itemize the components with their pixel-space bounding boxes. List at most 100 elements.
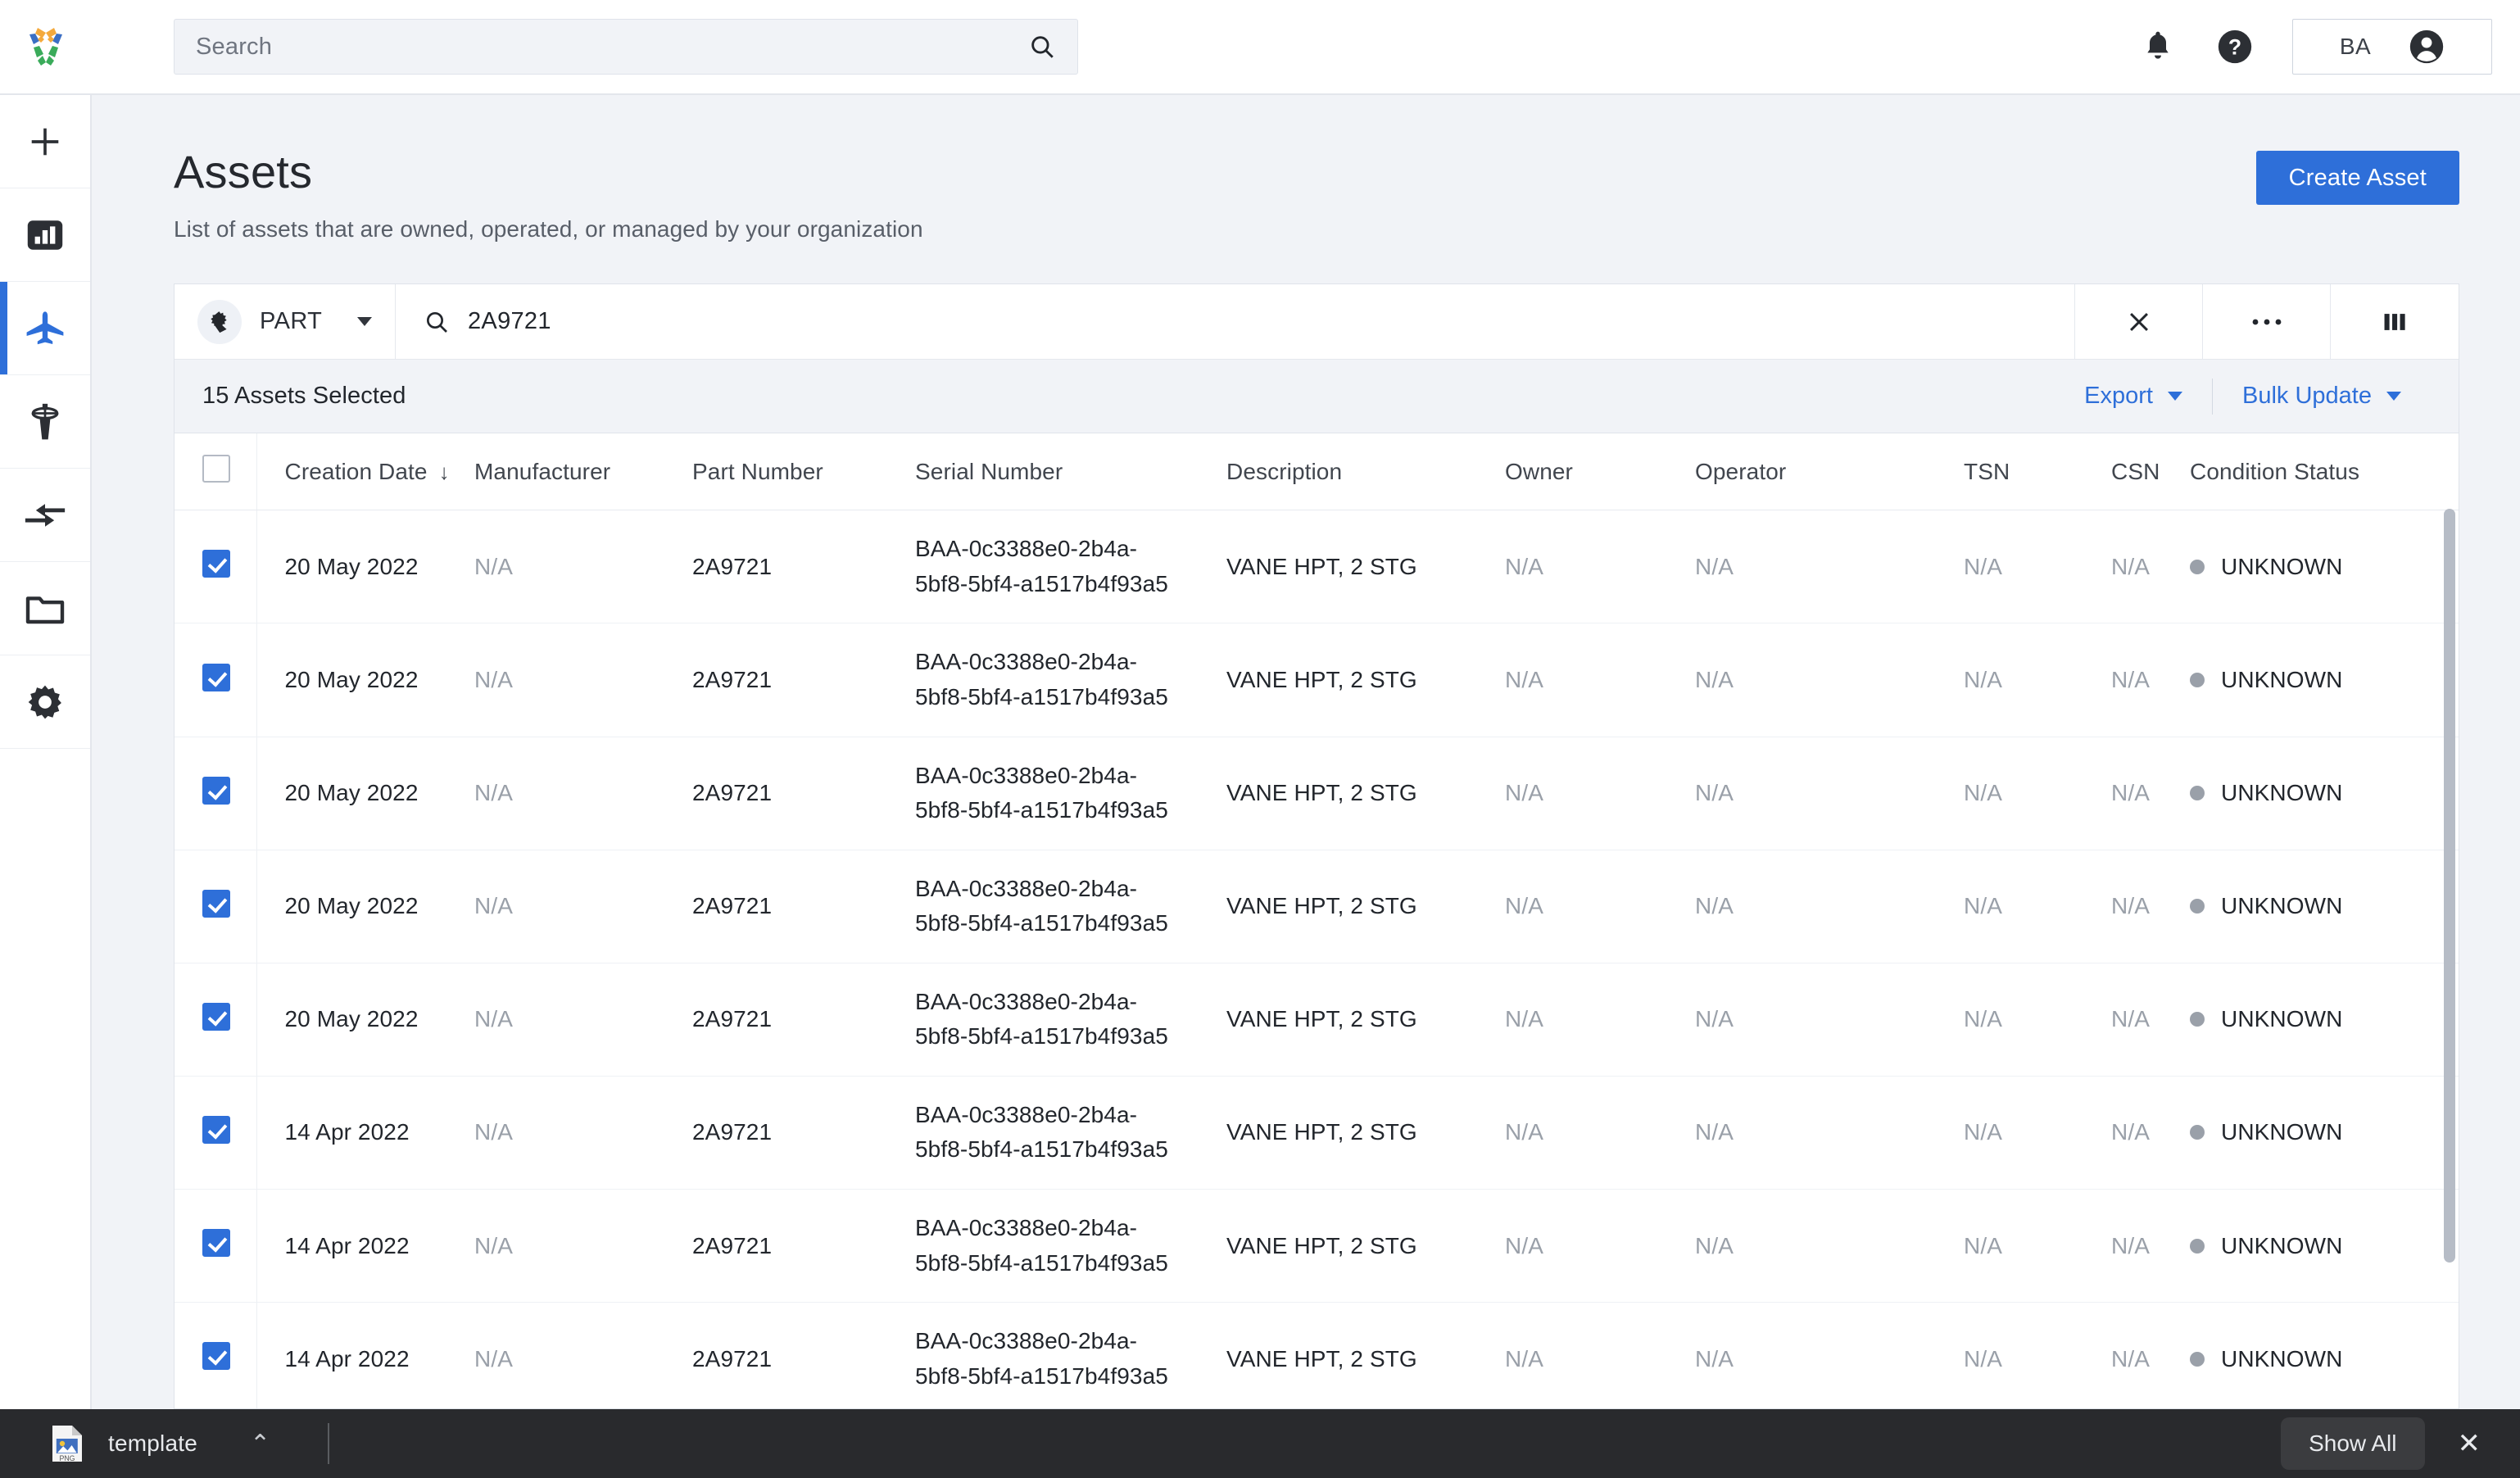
col-creation-date[interactable]: Creation Date ↓ — [256, 433, 474, 511]
status-badge: UNKNOWN — [2221, 1345, 2343, 1371]
cell-creation-date: 14 Apr 2022 — [256, 1189, 474, 1303]
cell-part-number: 2A9721 — [692, 850, 915, 963]
sidebar-item-stations[interactable] — [0, 375, 90, 469]
filter-toolbar: PART 2A9721 — [174, 284, 2459, 360]
assets-table-card: PART 2A9721 15 Assets Selected Export Bu… — [174, 283, 2459, 1409]
table-row[interactable]: 14 Apr 2022 N/A 2A9721 BAA-0c3388e0-2b4a- 5b… — [174, 1302, 2459, 1408]
bell-icon — [2147, 31, 2169, 59]
table-row[interactable]: 20 May 2022 N/A 2A9721 BAA-0c3388e0-2b4a- 5b… — [174, 963, 2459, 1077]
row-checkbox[interactable] — [202, 776, 230, 805]
asset-type-dropdown[interactable]: PART — [174, 284, 396, 360]
status-dot-icon — [2190, 1012, 2205, 1027]
row-checkbox[interactable] — [202, 889, 230, 918]
sidebar-item-transfers[interactable] — [0, 469, 90, 562]
svg-text:?: ? — [2228, 35, 2241, 60]
help-button[interactable]: ? — [2215, 27, 2255, 66]
control-tower-icon — [31, 403, 59, 439]
table-row[interactable]: 20 May 2022 N/A 2A9721 BAA-0c3388e0-2b4a- 5b… — [174, 510, 2459, 624]
cell-manufacturer: N/A — [474, 737, 692, 850]
table-row[interactable]: 20 May 2022 N/A 2A9721 BAA-0c3388e0-2b4a- 5b… — [174, 737, 2459, 850]
table-row[interactable]: 20 May 2022 N/A 2A9721 BAA-0c3388e0-2b4a- 5b… — [174, 623, 2459, 737]
table-search-input[interactable]: 2A9721 — [396, 284, 2075, 360]
page-header: Assets List of assets that are owned, op… — [174, 146, 2459, 243]
airplane-icon — [26, 311, 64, 344]
row-checkbox[interactable] — [202, 663, 230, 691]
row-checkbox[interactable] — [202, 1115, 230, 1144]
cell-part-number: 2A9721 — [692, 737, 915, 850]
show-all-downloads-button[interactable]: Show All — [2281, 1417, 2425, 1470]
sidebar-item-settings[interactable] — [0, 655, 90, 749]
row-checkbox[interactable] — [202, 1002, 230, 1031]
account-menu[interactable]: BA — [2292, 19, 2492, 75]
assets-table-scroll-area[interactable]: Creation Date ↓ Manufacturer Part Number … — [174, 433, 2459, 1408]
row-checkbox[interactable] — [202, 1342, 230, 1371]
cell-description: VANE HPT, 2 STG — [1226, 510, 1505, 624]
serial-line-1: BAA-0c3388e0-2b4a- — [915, 536, 1138, 562]
row-select-cell — [174, 737, 257, 850]
clear-search-button[interactable] — [2075, 284, 2203, 360]
row-checkbox[interactable] — [202, 550, 230, 578]
col-serial-number[interactable]: Serial Number — [915, 433, 1226, 511]
col-part-number[interactable]: Part Number — [692, 433, 915, 511]
status-dot-icon — [2190, 1125, 2205, 1140]
cell-creation-date: 20 May 2022 — [256, 510, 474, 624]
col-manufacturer[interactable]: Manufacturer — [474, 433, 692, 511]
sidebar-item-assets[interactable] — [0, 282, 90, 375]
serial-line-1: BAA-0c3388e0-2b4a- — [915, 875, 1138, 901]
bulk-update-dropdown-button[interactable]: Bulk Update — [2212, 378, 2431, 415]
chevron-up-icon[interactable]: ⌃ — [250, 1430, 270, 1458]
cell-part-number: 2A9721 — [692, 963, 915, 1077]
global-search-input[interactable]: Search — [174, 19, 1078, 75]
cell-csn: N/A — [2111, 510, 2190, 624]
notifications-button[interactable] — [2138, 27, 2178, 66]
cell-csn: N/A — [2111, 623, 2190, 737]
export-dropdown-button[interactable]: Export — [2055, 379, 2212, 415]
cell-owner: N/A — [1505, 737, 1695, 850]
cell-manufacturer: N/A — [474, 850, 692, 963]
status-badge: UNKNOWN — [2221, 667, 2343, 693]
page-title: Assets — [174, 146, 313, 197]
header-actions: ? BA — [2138, 19, 2492, 75]
cell-owner: N/A — [1505, 510, 1695, 624]
download-item-template[interactable]: PNG template ⌃ — [0, 1409, 308, 1478]
select-all-checkbox[interactable] — [202, 455, 230, 483]
cell-owner: N/A — [1505, 1076, 1695, 1190]
cell-csn: N/A — [2111, 1076, 2190, 1190]
col-condition-status[interactable]: Condition Status — [2190, 433, 2459, 511]
sidebar-item-documents[interactable] — [0, 562, 90, 655]
more-options-button[interactable] — [2203, 284, 2331, 360]
col-csn[interactable]: CSN — [2111, 433, 2190, 511]
cell-owner: N/A — [1505, 963, 1695, 1077]
status-dot-icon — [2190, 899, 2205, 914]
row-select-cell — [174, 510, 257, 624]
table-row[interactable]: 20 May 2022 N/A 2A9721 BAA-0c3388e0-2b4a- 5b… — [174, 850, 2459, 963]
cell-tsn: N/A — [1964, 963, 2111, 1077]
cell-serial-number: BAA-0c3388e0-2b4a- 5bf8-5bf4-a1517b4f93a5 — [915, 737, 1226, 850]
cell-condition-status: UNKNOWN — [2190, 1189, 2459, 1303]
table-vertical-scrollbar[interactable] — [2444, 509, 2455, 1263]
row-checkbox[interactable] — [202, 1229, 230, 1257]
cell-part-number: 2A9721 — [692, 1189, 915, 1303]
col-operator[interactable]: Operator — [1695, 433, 1964, 511]
app-logo[interactable] — [0, 0, 92, 94]
table-row[interactable]: 14 Apr 2022 N/A 2A9721 BAA-0c3388e0-2b4a- 5b… — [174, 1076, 2459, 1190]
chevron-down-icon — [2386, 392, 2401, 401]
status-badge: UNKNOWN — [2221, 1232, 2343, 1258]
create-asset-button[interactable]: Create Asset — [2255, 151, 2459, 205]
col-tsn[interactable]: TSN — [1964, 433, 2111, 511]
close-download-bar-button[interactable]: ✕ — [2440, 1419, 2500, 1468]
account-initials: BA — [2339, 34, 2372, 59]
table-row[interactable]: 14 Apr 2022 N/A 2A9721 BAA-0c3388e0-2b4a- 5b… — [174, 1189, 2459, 1303]
col-description[interactable]: Description — [1226, 433, 1505, 511]
cell-csn: N/A — [2111, 737, 2190, 850]
sidebar-item-add[interactable] — [0, 95, 90, 188]
select-all-header — [174, 433, 257, 511]
cell-creation-date: 14 Apr 2022 — [256, 1076, 474, 1190]
cell-manufacturer: N/A — [474, 1302, 692, 1408]
col-owner[interactable]: Owner — [1505, 433, 1695, 511]
serial-line-2: 5bf8-5bf4-a1517b4f93a5 — [915, 797, 1168, 823]
cell-description: VANE HPT, 2 STG — [1226, 1302, 1505, 1408]
columns-settings-button[interactable] — [2331, 284, 2459, 359]
sidebar-item-dashboard[interactable] — [0, 188, 90, 282]
hexagon-logo-icon — [29, 28, 62, 66]
